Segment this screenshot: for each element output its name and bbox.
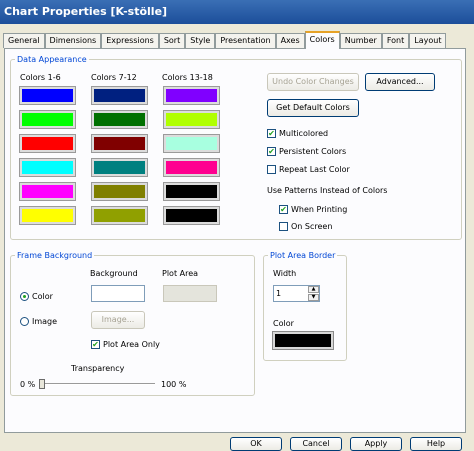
- tab-expressions[interactable]: Expressions: [101, 33, 159, 48]
- tab-style[interactable]: Style: [185, 33, 216, 48]
- colors-1-6-header: Colors 1-6: [20, 73, 61, 82]
- plot-area-border-legend: Plot Area Border: [270, 251, 336, 260]
- border-color-label: Color: [273, 319, 294, 328]
- plot-area-only-label: Plot Area Only: [103, 340, 160, 349]
- color-swatch-16[interactable]: [164, 159, 219, 176]
- tab-strip: General Dimensions Expressions Sort Style Pre…: [3, 31, 447, 49]
- slider-track: [39, 383, 155, 385]
- color-swatch-4[interactable]: [20, 159, 75, 176]
- colors-13-18-header: Colors 13-18: [162, 73, 213, 82]
- tab-layout[interactable]: Layout: [409, 33, 447, 48]
- color-swatch-3[interactable]: [20, 135, 75, 152]
- multicolored-checkbox[interactable]: ✔: [267, 129, 276, 138]
- tab-colors[interactable]: Colors: [304, 31, 340, 49]
- frame-background-legend: Frame Background: [17, 251, 93, 260]
- spin-up-icon[interactable]: ▲: [308, 286, 319, 293]
- transparency-max-label: 100 %: [161, 380, 187, 389]
- use-patterns-label: Use Patterns Instead of Colors: [267, 186, 388, 195]
- tab-sort[interactable]: Sort: [158, 33, 186, 48]
- color-swatch-11[interactable]: [92, 183, 147, 200]
- tab-general[interactable]: General: [3, 33, 45, 48]
- background-header: Background: [90, 269, 138, 278]
- width-value: 1: [276, 289, 282, 298]
- color-swatch-14[interactable]: [164, 111, 219, 128]
- tab-axes[interactable]: Axes: [275, 33, 305, 48]
- image-button[interactable]: Image...: [91, 311, 145, 329]
- color-swatch-5[interactable]: [20, 183, 75, 200]
- ok-button[interactable]: OK: [230, 437, 282, 451]
- plot-area-only-checkbox[interactable]: ✔: [91, 340, 100, 349]
- tab-number[interactable]: Number: [339, 33, 382, 48]
- tab-dimensions[interactable]: Dimensions: [44, 33, 102, 48]
- color-swatch-12[interactable]: [92, 207, 147, 224]
- when-printing-label: When Printing: [291, 205, 348, 214]
- width-label: Width: [273, 269, 297, 278]
- color-swatch-15[interactable]: [164, 135, 219, 152]
- border-color-swatch[interactable]: [273, 332, 333, 349]
- tab-presentation[interactable]: Presentation: [215, 33, 276, 48]
- width-spin-input[interactable]: 1 ▲ ▼: [273, 285, 320, 302]
- when-printing-checkbox[interactable]: ✔: [279, 205, 288, 214]
- spin-down-icon[interactable]: ▼: [308, 294, 319, 301]
- plot-area-header: Plot Area: [162, 269, 199, 278]
- color-radio-label: Color: [32, 292, 53, 301]
- color-swatch-17[interactable]: [164, 183, 219, 200]
- on-screen-label: On Screen: [291, 222, 333, 231]
- transparency-min-label: 0 %: [20, 380, 36, 389]
- transparency-label: Transparency: [71, 364, 125, 373]
- color-swatch-9[interactable]: [92, 135, 147, 152]
- colors-panel: Data Appearance Colors 1-6 Colors 7-12 C…: [4, 48, 466, 433]
- multicolored-label: Multicolored: [279, 129, 329, 138]
- transparency-slider[interactable]: [39, 379, 155, 389]
- colors-7-12-header: Colors 7-12: [91, 73, 137, 82]
- color-swatch-2[interactable]: [20, 111, 75, 128]
- image-radio-label: Image: [32, 317, 58, 326]
- advanced-button[interactable]: Advanced...: [365, 73, 435, 91]
- persistent-colors-label: Persistent Colors: [279, 147, 347, 156]
- color-swatch-8[interactable]: [92, 111, 147, 128]
- background-color-swatch[interactable]: [91, 285, 145, 302]
- data-appearance-legend: Data Appearance: [17, 55, 87, 64]
- persistent-colors-checkbox[interactable]: ✔: [267, 147, 276, 156]
- get-default-colors-button[interactable]: Get Default Colors: [267, 99, 359, 117]
- plot-area-color-swatch[interactable]: [163, 285, 217, 302]
- apply-button[interactable]: Apply: [350, 437, 402, 451]
- repeat-last-color-checkbox[interactable]: [267, 165, 276, 174]
- on-screen-checkbox[interactable]: [279, 222, 288, 231]
- color-swatch-6[interactable]: [20, 207, 75, 224]
- image-radio[interactable]: [20, 317, 29, 326]
- help-button[interactable]: Help: [410, 437, 462, 451]
- color-swatch-1[interactable]: [20, 87, 75, 104]
- slider-thumb[interactable]: [39, 379, 45, 389]
- cancel-button[interactable]: Cancel: [290, 437, 342, 451]
- color-radio[interactable]: [20, 292, 29, 301]
- color-swatch-13[interactable]: [164, 87, 219, 104]
- color-swatch-7[interactable]: [92, 87, 147, 104]
- repeat-last-color-label: Repeat Last Color: [279, 165, 350, 174]
- undo-color-changes-button[interactable]: Undo Color Changes: [267, 73, 359, 91]
- window-title: Chart Properties [K-stölle]: [0, 0, 474, 24]
- color-swatch-10[interactable]: [92, 159, 147, 176]
- color-swatch-18[interactable]: [164, 207, 219, 224]
- tab-font[interactable]: Font: [381, 33, 410, 48]
